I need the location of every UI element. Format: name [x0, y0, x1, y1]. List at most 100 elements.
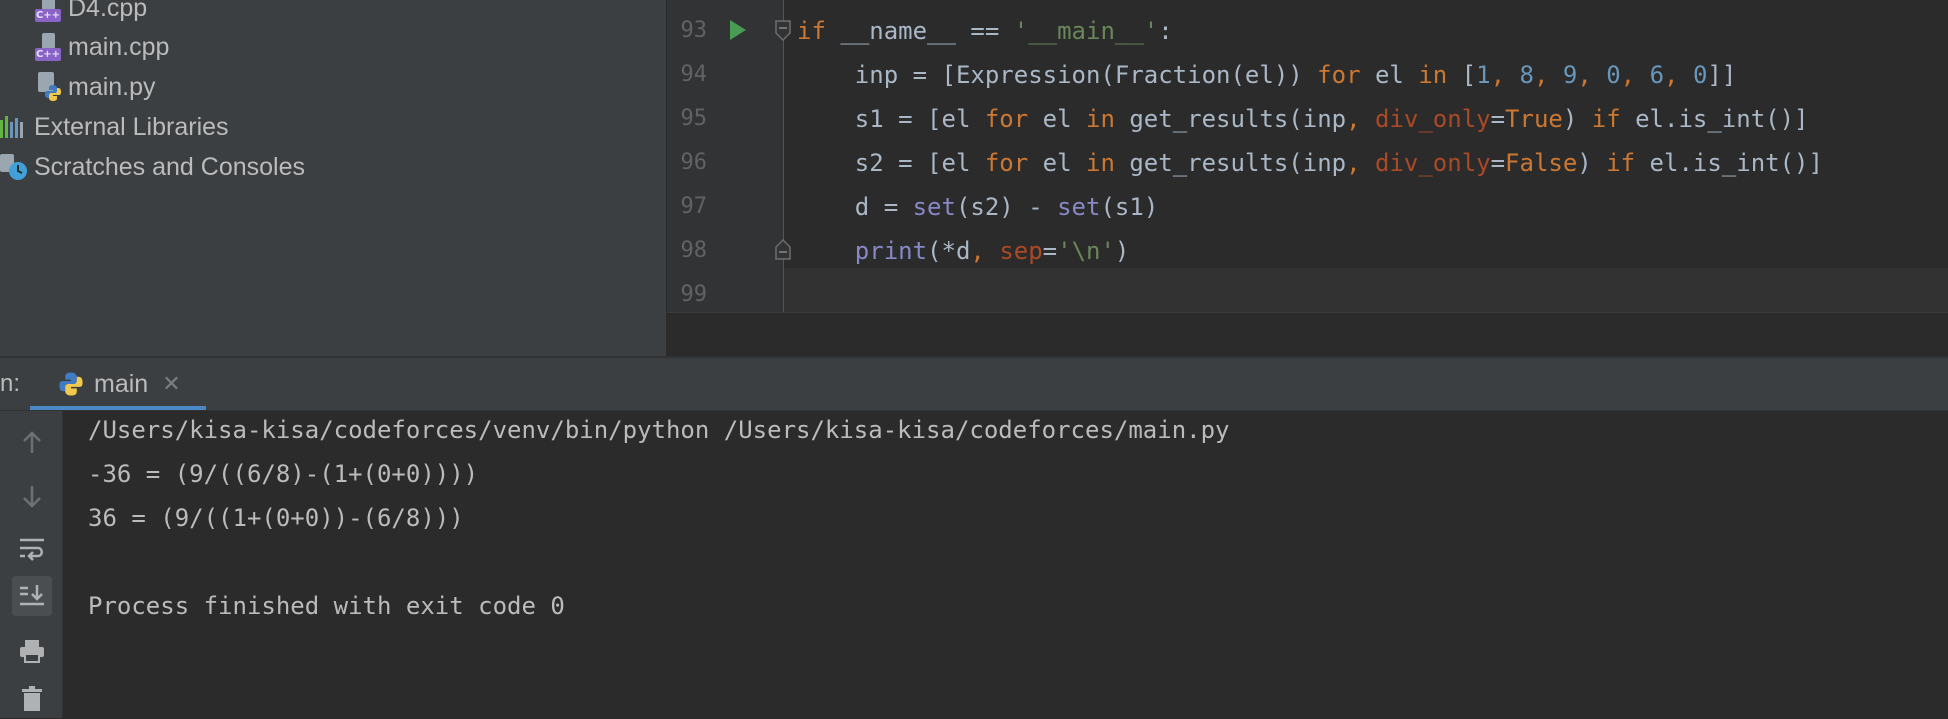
run-gutter-icon[interactable] — [727, 18, 749, 42]
code-line[interactable]: s2 = [el for el in get_results(inp, div_… — [797, 141, 1823, 185]
fold-marker-icon[interactable] — [775, 20, 791, 42]
code-token: , — [1346, 105, 1375, 133]
code-token: , — [970, 237, 1000, 265]
code-token: = — [1490, 105, 1506, 133]
scroll-to-end-icon[interactable] — [12, 576, 52, 616]
line-number: 99 — [680, 282, 708, 307]
code-token: if — [1591, 105, 1621, 133]
code-token: if — [797, 17, 826, 45]
code-token: if — [1606, 149, 1636, 177]
print-icon[interactable] — [12, 631, 52, 671]
code-token: el — [1028, 149, 1086, 177]
code-token: (s2) - — [955, 193, 1058, 221]
console-line: Process finished with exit code 0 — [88, 592, 565, 620]
code-token: (*d — [927, 237, 971, 265]
code-line[interactable]: s1 = [el for el in get_results(inp, div_… — [797, 97, 1809, 141]
code-token: 1 — [1476, 61, 1491, 89]
code-token: for — [984, 149, 1029, 177]
code-token: div_only — [1375, 105, 1491, 133]
line-number: 96 — [680, 150, 708, 175]
console-line: 36 = (9/((1+(0+0))-(6/8))) — [88, 504, 464, 532]
arrow-up-icon[interactable] — [12, 423, 52, 463]
code-token: el — [1028, 105, 1086, 133]
code-token: False — [1505, 149, 1578, 177]
code-editor[interactable]: 93 94 95 96 97 98 99 if __name__ == '__main__'… — [667, 0, 1948, 356]
current-line-highlight — [783, 268, 1948, 312]
code-token: el.is_int()] — [1620, 105, 1809, 133]
code-token: , — [1533, 61, 1563, 89]
scratches-icon — [0, 152, 28, 182]
code-token: ) — [1562, 105, 1592, 133]
code-token: print — [854, 237, 928, 265]
cpp-file-icon: C++ — [34, 0, 62, 22]
code-token: , — [1346, 149, 1375, 177]
run-tab-main[interactable]: main ✕ — [30, 358, 206, 410]
line-number: 93 — [680, 18, 708, 43]
code-token: in — [1086, 105, 1115, 133]
tree-item-label: External Libraries — [34, 112, 229, 141]
line-number: 97 — [680, 194, 708, 219]
close-tab-icon[interactable]: ✕ — [162, 371, 180, 397]
python-file-icon — [34, 72, 62, 102]
code-token: , — [1577, 61, 1607, 89]
code-token: 0 — [1606, 61, 1621, 89]
line-number: 94 — [680, 62, 708, 87]
soft-wrap-icon[interactable] — [12, 529, 52, 569]
code-token: , — [1664, 61, 1693, 89]
tree-item-label: Scratches and Consoles — [34, 152, 305, 181]
code-token: '__main__' — [1013, 17, 1159, 45]
trash-icon[interactable] — [12, 679, 52, 719]
code-token: True — [1505, 105, 1563, 133]
code-token: el.is_int()] — [1635, 149, 1823, 177]
line-number: 98 — [680, 238, 708, 263]
code-token: = — [1042, 237, 1058, 265]
libraries-icon — [0, 114, 28, 140]
tree-item-main-py[interactable]: main.py — [34, 67, 156, 107]
arrow-down-icon[interactable] — [12, 476, 52, 516]
code-line[interactable]: d = set(s2) - set(s1) — [797, 185, 1158, 229]
code-token: inp = [Expression(Fraction(el)) — [797, 61, 1318, 89]
code-token: sep — [999, 237, 1043, 265]
console-line: -36 = (9/((6/8)-(1+(0+0)))) — [88, 460, 479, 488]
code-token: 8 — [1519, 61, 1534, 89]
tree-item-label: main.py — [68, 72, 156, 101]
code-token: 9 — [1562, 61, 1578, 89]
line-number: 95 — [680, 106, 708, 131]
cpp-file-icon: C++ — [34, 33, 62, 61]
python-icon — [58, 371, 84, 397]
tree-item-external-libraries[interactable]: External Libraries — [0, 107, 229, 147]
console-output[interactable]: /Users/kisa-kisa/codeforces/venv/bin/pyt… — [63, 411, 1948, 718]
code-token: el — [1360, 61, 1419, 89]
code-line[interactable]: print(*d, sep='\n') — [797, 229, 1130, 273]
code-token: ) — [1114, 237, 1130, 265]
console-line: /Users/kisa-kisa/codeforces/venv/bin/pyt… — [88, 416, 1230, 444]
tree-item-main-cpp[interactable]: C++ main.cpp — [34, 27, 169, 67]
tree-item-d4-cpp[interactable]: C++ D4.cpp — [34, 0, 147, 28]
code-line[interactable]: inp = [Expression(Fraction(el)) for el i… — [797, 53, 1737, 97]
code-token: , — [1620, 61, 1650, 89]
code-line[interactable]: if __name__ == '__main__': — [797, 9, 1173, 53]
code-token: , — [1490, 61, 1520, 89]
project-panel: C++ D4.cpp C++ main.cpp main.py External… — [0, 0, 666, 356]
code-token: d = — [797, 193, 913, 221]
run-tab-label: main — [94, 369, 149, 398]
gutter-divider — [783, 0, 784, 312]
code-token: ]] — [1707, 61, 1737, 89]
code-token: 0 — [1692, 61, 1708, 89]
tree-item-label: D4.cpp — [68, 0, 148, 22]
code-token: (s1) — [1100, 193, 1159, 221]
code-token: [ — [1447, 61, 1477, 89]
tree-item-scratches[interactable]: Scratches and Consoles — [0, 147, 305, 187]
code-token: set — [912, 193, 956, 221]
code-token: '\n' — [1057, 237, 1115, 265]
code-token: for — [1317, 61, 1361, 89]
code-token: ) — [1577, 149, 1607, 177]
code-token: in — [1418, 61, 1448, 89]
code-token: : — [1158, 17, 1173, 45]
code-token: set — [1057, 193, 1101, 221]
code-token: = — [1490, 149, 1506, 177]
fold-end-marker-icon[interactable] — [775, 238, 791, 260]
code-token: get_results(inp — [1114, 105, 1347, 133]
code-token: __name__ == — [825, 17, 1014, 45]
tree-item-label: main.cpp — [68, 32, 170, 61]
